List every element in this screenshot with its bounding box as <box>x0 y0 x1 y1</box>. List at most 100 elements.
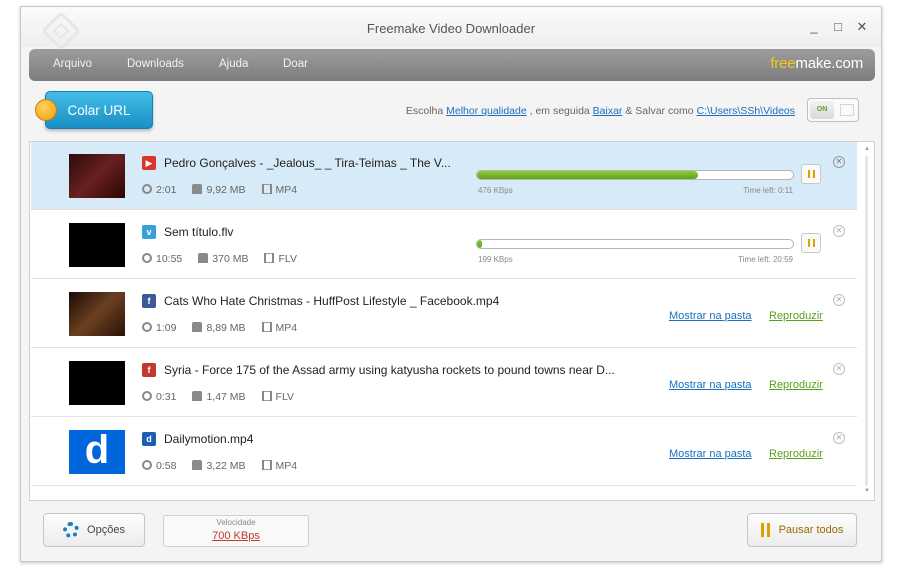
options-button[interactable]: Opções <box>43 513 145 547</box>
video-duration: 1:09 <box>156 322 177 334</box>
show-in-folder-link[interactable]: Mostrar na pasta <box>669 379 752 391</box>
video-format: MP4 <box>275 184 298 196</box>
video-meta: 0:31 1,47 MB FLV <box>142 391 294 403</box>
video-title: Dailymotion.mp4 <box>164 432 254 446</box>
options-label: Opções <box>87 524 125 536</box>
video-title: Pedro Gonçalves - _Jealous_ _ Tira-Teima… <box>164 156 451 170</box>
time-left: Time left: 0:11 <box>743 186 793 195</box>
paste-icon <box>35 99 57 121</box>
flash-icon: f <box>142 363 156 377</box>
grid-icon <box>840 104 854 116</box>
video-format: FLV <box>278 253 297 265</box>
menu-item-arquivo[interactable]: Arquivo <box>53 58 92 70</box>
dailymotion-thumbnail-icon: d <box>69 430 125 474</box>
video-format: MP4 <box>275 460 298 472</box>
menu-bar: Arquivo Downloads Ajuda Doar freemake.co… <box>29 49 875 81</box>
remove-icon[interactable]: ✕ <box>833 225 845 237</box>
video-format: FLV <box>275 391 295 403</box>
clock-icon <box>142 460 152 470</box>
size-icon <box>192 322 203 332</box>
gear-icon <box>63 522 80 538</box>
download-row[interactable]: f Syria - Force 175 of the Assad army us… <box>31 349 857 417</box>
facebook-icon: f <box>142 294 156 308</box>
video-duration: 0:31 <box>156 391 177 403</box>
download-row[interactable]: d d Dailymotion.mp4 0:58 3,22 MB MP4 Mos… <box>31 418 857 486</box>
play-link[interactable]: Reproduzir <box>769 379 823 391</box>
title-bar[interactable]: Freemake Video Downloader _ □ ✕ <box>21 7 881 51</box>
speed-label: Velocidade <box>216 518 256 527</box>
time-left: Time left: 20:59 <box>738 255 793 264</box>
settings-prefix: Escolha <box>405 105 444 117</box>
download-list: ▶ Pedro Gonçalves - _Jealous_ _ Tira-Tei… <box>29 141 875 501</box>
size-icon <box>192 184 203 194</box>
pause-button[interactable] <box>801 233 821 253</box>
video-title: Syria - Force 175 of the Assad army usin… <box>164 363 615 377</box>
download-settings-line: Escolha Melhor qualidade , em seguida Ba… <box>406 105 795 117</box>
remove-icon[interactable]: ✕ <box>833 432 845 444</box>
action-link[interactable]: Baixar <box>593 105 623 117</box>
scroll-down-icon[interactable]: ▼ <box>863 488 871 496</box>
video-meta: 1:09 8,89 MB MP4 <box>142 322 297 334</box>
window-title: Freemake Video Downloader <box>366 21 536 36</box>
video-meta: 2:01 9,92 MB MP4 <box>142 184 297 196</box>
brand-accent: free <box>770 55 796 72</box>
download-speed: 476 KBps <box>478 186 513 195</box>
video-duration: 2:01 <box>156 184 177 196</box>
pause-button[interactable] <box>801 164 821 184</box>
remove-icon[interactable]: ✕ <box>833 294 845 306</box>
progress-fill <box>477 240 482 248</box>
quality-link[interactable]: Melhor qualidade <box>446 105 527 117</box>
toolbar: Colar URL Escolha Melhor qualidade , em … <box>21 87 881 137</box>
menu-item-doar[interactable]: Doar <box>283 58 308 70</box>
paste-url-button[interactable]: Colar URL <box>45 91 153 129</box>
settings-then: , em seguida <box>529 105 590 117</box>
footer-bar: Opções Velocidade 700 KBps Pausar todos <box>21 507 881 559</box>
video-size: 1,47 MB <box>206 391 246 403</box>
remove-icon[interactable]: ✕ <box>833 363 845 375</box>
list-scrollbar[interactable]: ▲ ▼ <box>862 146 872 496</box>
download-progress-bar <box>476 239 794 249</box>
pause-icon <box>760 523 771 537</box>
play-link[interactable]: Reproduzir <box>769 310 823 322</box>
show-in-folder-link[interactable]: Mostrar na pasta <box>669 310 752 322</box>
brand-link[interactable]: freemake.com <box>770 55 863 72</box>
pause-all-label: Pausar todos <box>778 524 844 536</box>
clock-icon <box>142 391 152 401</box>
minimize-button[interactable]: _ <box>807 19 821 35</box>
show-in-folder-link[interactable]: Mostrar na pasta <box>669 448 752 460</box>
film-icon <box>261 391 272 401</box>
size-icon <box>198 253 209 263</box>
video-title: Cats Who Hate Christmas - HuffPost Lifes… <box>164 294 500 308</box>
size-icon <box>192 460 203 470</box>
app-window: Freemake Video Downloader _ □ ✕ Arquivo … <box>20 6 882 562</box>
brand-rest: make.com <box>795 55 863 72</box>
save-path-link[interactable]: C:\Users\SSh\Videos <box>697 105 795 117</box>
menu-item-ajuda[interactable]: Ajuda <box>219 58 248 70</box>
download-row[interactable]: ▶ Pedro Gonçalves - _Jealous_ _ Tira-Tei… <box>31 142 857 210</box>
download-row[interactable]: f Cats Who Hate Christmas - HuffPost Lif… <box>31 280 857 348</box>
youtube-icon: ▶ <box>142 156 156 170</box>
clock-icon <box>142 253 152 263</box>
video-meta: 10:55 370 MB FLV <box>142 253 297 265</box>
settings-save-as: & Salvar como <box>625 105 694 117</box>
video-duration: 0:58 <box>156 460 177 472</box>
maximize-button[interactable]: □ <box>831 19 845 35</box>
menu-item-downloads[interactable]: Downloads <box>127 58 184 70</box>
toggle-on-label: ON <box>810 101 834 119</box>
film-icon <box>264 253 275 263</box>
video-size: 8,89 MB <box>206 322 246 334</box>
remove-icon[interactable]: ✕ <box>833 156 845 168</box>
vimeo-icon: v <box>142 225 156 239</box>
pause-all-button[interactable]: Pausar todos <box>747 513 857 547</box>
speed-limit-link[interactable]: 700 KBps <box>164 530 308 542</box>
download-row[interactable]: v Sem título.flv 10:55 370 MB FLV 199 KB… <box>31 211 857 279</box>
film-icon <box>261 322 272 332</box>
scroll-track[interactable] <box>865 156 868 486</box>
one-click-toggle[interactable]: ON <box>807 98 859 122</box>
video-thumbnail <box>69 154 125 198</box>
scroll-up-icon[interactable]: ▲ <box>863 146 871 154</box>
video-meta: 0:58 3,22 MB MP4 <box>142 460 297 472</box>
play-link[interactable]: Reproduzir <box>769 448 823 460</box>
close-button[interactable]: ✕ <box>855 19 869 35</box>
video-size: 370 MB <box>212 253 249 265</box>
